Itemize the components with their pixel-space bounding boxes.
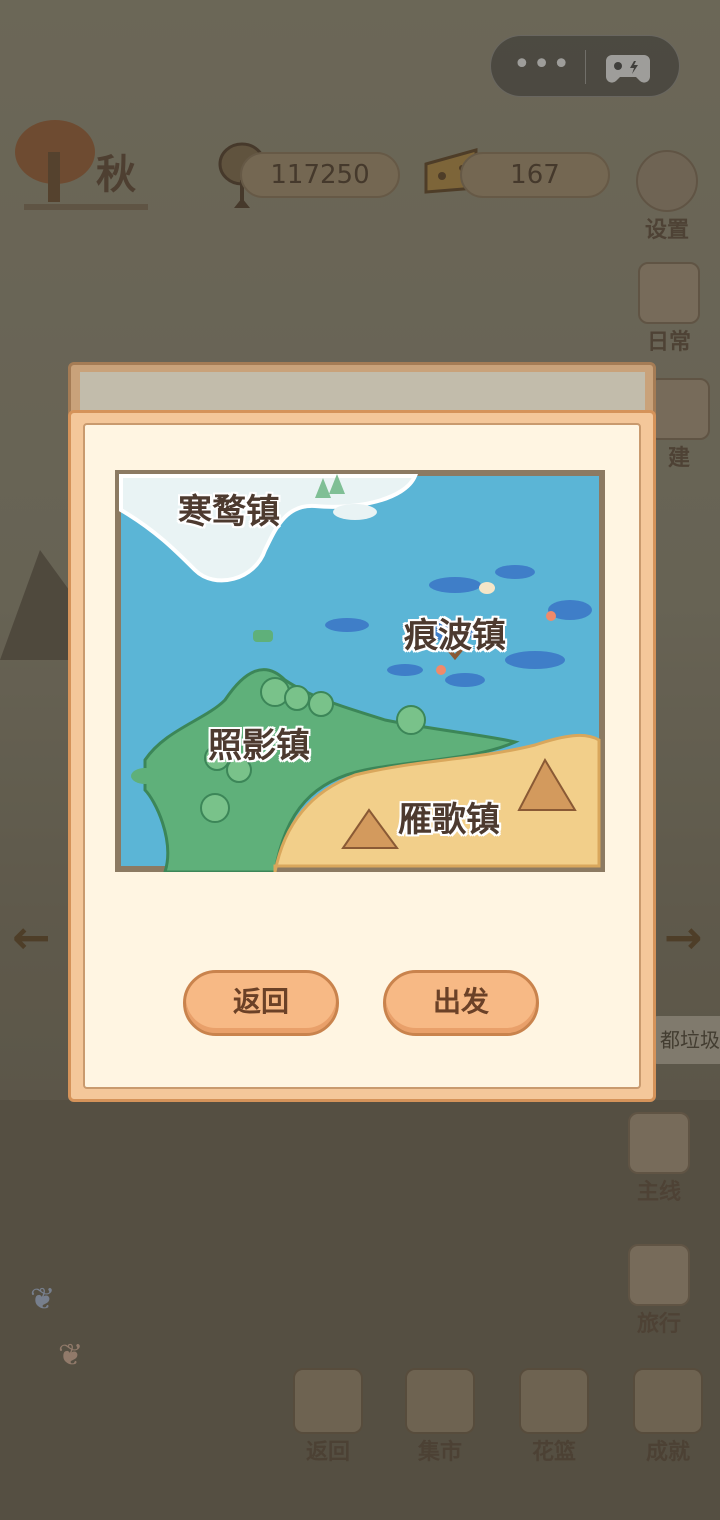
shell-icon: [479, 582, 495, 594]
town-label-henbo[interactable]: 痕波镇: [404, 608, 506, 657]
town-label-yange[interactable]: 雁歌镇: [398, 792, 500, 841]
town-label-hanwu[interactable]: 寒鹜镇: [178, 484, 280, 533]
dialog-depart-button[interactable]: 出发: [383, 970, 539, 1036]
dialog-back-button[interactable]: 返回: [183, 970, 339, 1036]
town-label-zhaoying[interactable]: 照影镇: [208, 718, 310, 767]
